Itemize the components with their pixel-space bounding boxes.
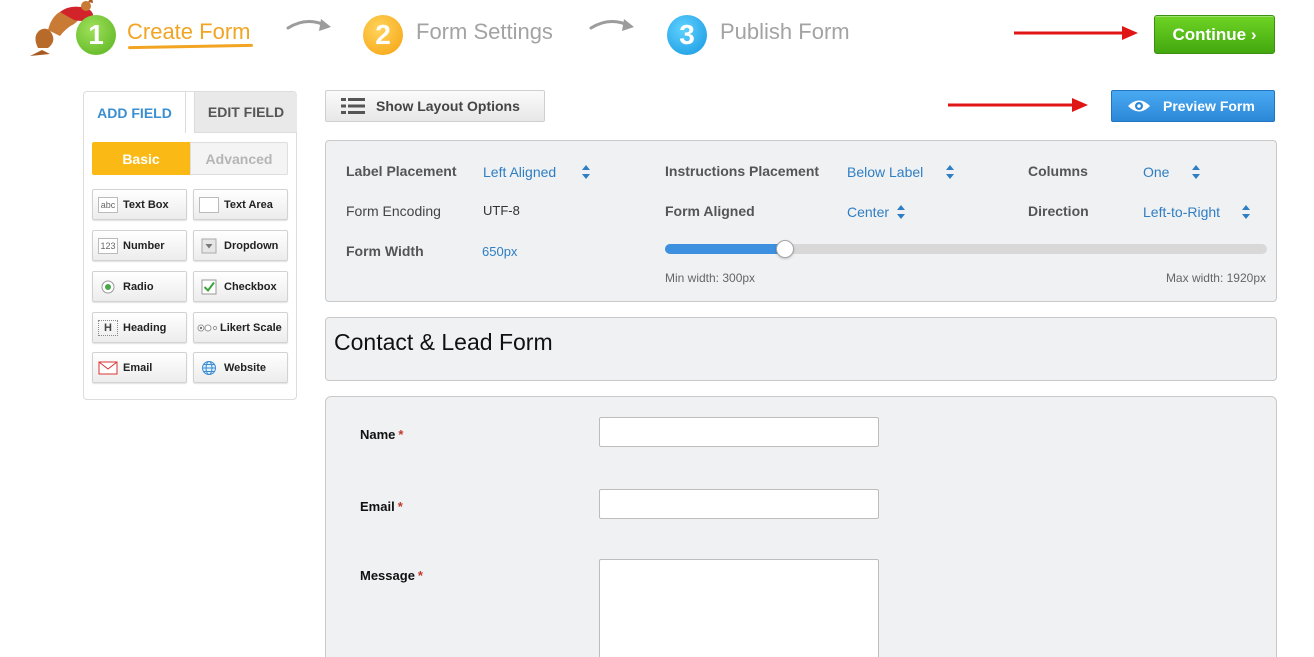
add-radio-button[interactable]: Radio xyxy=(92,271,187,302)
name-input[interactable] xyxy=(599,417,879,447)
field-label: Text Area xyxy=(224,198,273,211)
dropdown-icon xyxy=(201,238,217,253)
add-website-button[interactable]: Website xyxy=(193,352,288,383)
layout-button-label: Show Layout Options xyxy=(376,98,520,114)
form-width-value: 650px xyxy=(482,244,518,259)
text-area-icon xyxy=(199,196,219,213)
step-1-badge: 1 xyxy=(76,15,116,55)
text-box-icon: abc xyxy=(98,196,118,213)
layout-settings-panel: Label Placement Left Aligned Instruction… xyxy=(325,140,1277,302)
name-field-label: Name * xyxy=(360,427,403,442)
field-label: Email xyxy=(123,361,153,374)
layout-list-icon xyxy=(341,98,365,114)
red-arrow-annotation-icon xyxy=(948,98,1088,112)
slider-fill xyxy=(665,244,785,254)
add-dropdown-button[interactable]: Dropdown xyxy=(193,230,288,261)
required-asterisk: * xyxy=(417,568,423,583)
form-encoding-label: Form Encoding xyxy=(346,203,441,219)
globe-icon xyxy=(202,360,216,375)
form-encoding-value: UTF-8 xyxy=(483,203,520,218)
min-width-text: Min width: 300px xyxy=(665,271,756,285)
step-3-badge: 3 xyxy=(667,15,707,55)
direction-label: Direction xyxy=(1028,203,1089,219)
step-2-badge: 2 xyxy=(363,15,403,55)
field-label: Likert Scale xyxy=(220,321,282,334)
columns-label: Columns xyxy=(1028,163,1088,179)
email-label-text: Email xyxy=(360,499,395,514)
field-label: Radio xyxy=(123,280,154,293)
label-placement-select[interactable]: Left Aligned xyxy=(483,164,556,180)
step-arrow-icon xyxy=(589,19,634,31)
step-arrow-icon xyxy=(286,19,331,31)
instructions-placement-label: Instructions Placement xyxy=(665,163,820,179)
likert-scale-icon xyxy=(197,324,217,331)
add-email-button[interactable]: Email xyxy=(92,352,187,383)
add-checkbox-button[interactable]: Checkbox xyxy=(193,271,288,302)
form-title-panel[interactable]: Contact & Lead Form xyxy=(325,317,1277,381)
label-placement-label: Label Placement xyxy=(346,163,457,179)
step-publish-form[interactable]: Publish Form xyxy=(720,19,850,45)
columns-select[interactable]: One xyxy=(1143,164,1169,180)
field-label: Dropdown xyxy=(224,239,279,252)
add-text-area-button[interactable]: Text Area xyxy=(193,189,288,220)
envelope-icon xyxy=(98,361,118,374)
form-title: Contact & Lead Form xyxy=(334,329,553,355)
number-icon: 123 xyxy=(98,237,118,254)
message-field-label: Message * xyxy=(360,568,423,583)
form-width-label: Form Width xyxy=(346,243,424,259)
add-heading-button[interactable]: H Heading xyxy=(92,312,187,343)
field-palette-sidebar: ADD FIELD EDIT FIELD Basic Advanced abc … xyxy=(83,91,297,400)
segment-advanced[interactable]: Advanced xyxy=(190,142,288,175)
preview-button-label: Preview Form xyxy=(1163,98,1255,114)
updown-arrow-icon[interactable] xyxy=(946,165,954,179)
field-label: Text Box xyxy=(123,198,169,211)
field-label: Website xyxy=(224,361,266,374)
field-label: Number xyxy=(123,239,165,252)
red-arrow-annotation-icon xyxy=(1014,26,1138,40)
show-layout-options-button[interactable]: Show Layout Options xyxy=(325,90,545,122)
updown-arrow-icon[interactable] xyxy=(1242,205,1250,219)
form-aligned-label: Form Aligned xyxy=(665,203,755,219)
max-width-text: Max width: 1920px xyxy=(1165,271,1266,285)
preview-form-button[interactable]: Preview Form xyxy=(1111,90,1275,122)
add-likert-scale-button[interactable]: Likert Scale xyxy=(193,312,288,343)
eye-icon xyxy=(1128,100,1150,112)
form-width-slider[interactable] xyxy=(665,240,1267,258)
step-create-form[interactable]: Create Form xyxy=(127,19,250,45)
field-label: Heading xyxy=(123,321,167,334)
name-label-text: Name xyxy=(360,427,396,442)
radio-icon xyxy=(101,280,115,293)
tab-add-field[interactable]: ADD FIELD xyxy=(84,92,186,133)
slider-handle[interactable] xyxy=(776,240,794,258)
email-input[interactable] xyxy=(599,489,879,519)
tab-edit-field[interactable]: EDIT FIELD xyxy=(194,92,297,133)
add-text-box-button[interactable]: abc Text Box xyxy=(92,189,187,220)
required-asterisk: * xyxy=(398,427,404,442)
segment-basic[interactable]: Basic xyxy=(92,142,190,175)
form-fields-panel: Name * Email * Message * xyxy=(325,396,1277,657)
message-label-text: Message xyxy=(360,568,415,583)
updown-arrow-icon[interactable] xyxy=(1192,165,1200,179)
updown-arrow-icon[interactable] xyxy=(897,205,905,219)
email-field-label: Email * xyxy=(360,499,403,514)
direction-select[interactable]: Left-to-Right xyxy=(1143,204,1220,220)
updown-arrow-icon[interactable] xyxy=(582,165,590,179)
message-textarea[interactable] xyxy=(599,559,879,657)
form-aligned-select[interactable]: Center xyxy=(847,204,889,220)
continue-button[interactable]: Continue › xyxy=(1154,15,1275,54)
required-asterisk: * xyxy=(397,499,403,514)
add-number-button[interactable]: 123 Number xyxy=(92,230,187,261)
step-form-settings[interactable]: Form Settings xyxy=(416,19,553,45)
heading-icon: H xyxy=(98,319,118,336)
checkbox-icon xyxy=(201,279,217,294)
instructions-placement-select[interactable]: Below Label xyxy=(847,164,923,180)
field-label: Checkbox xyxy=(224,280,277,293)
